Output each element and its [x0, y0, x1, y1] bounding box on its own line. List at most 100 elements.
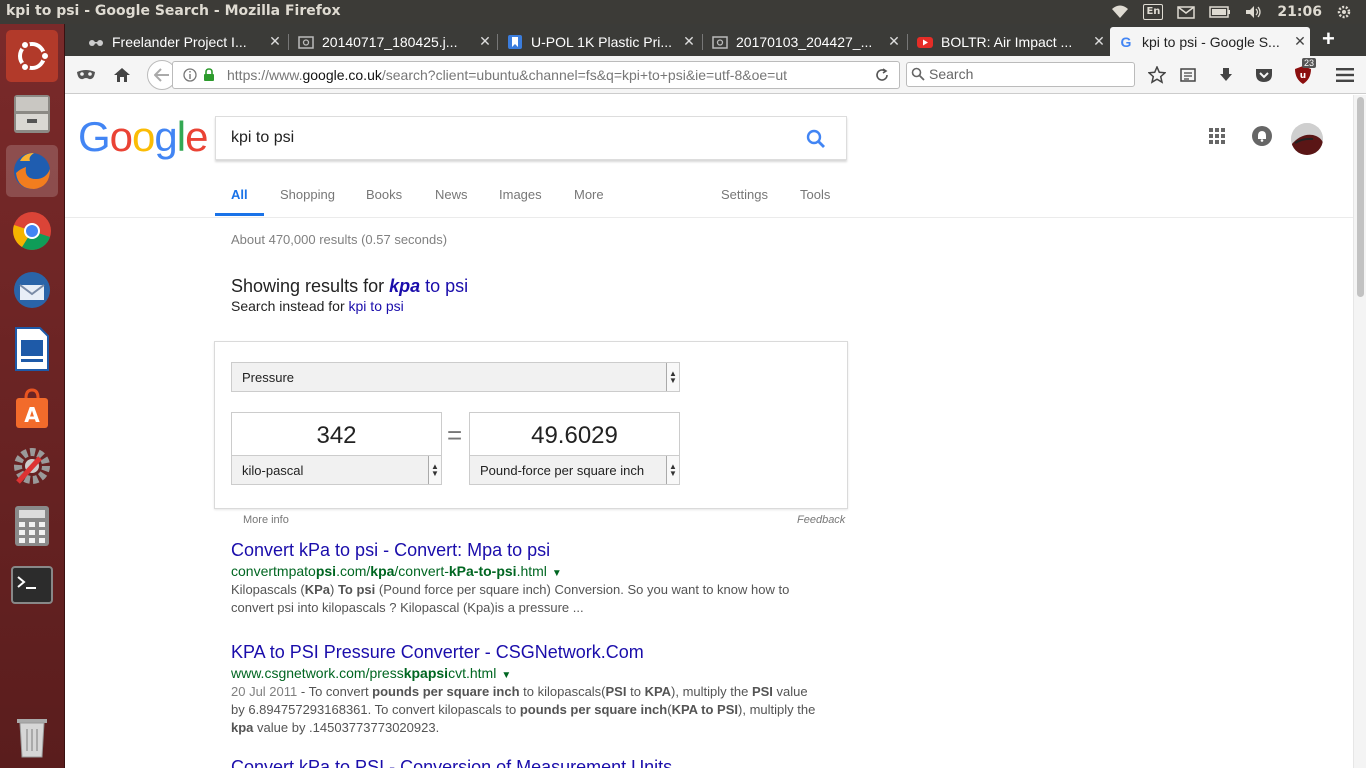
search-icon[interactable] — [806, 129, 826, 149]
bookmark-star-icon[interactable] — [1144, 62, 1170, 88]
ubuntu-software-icon[interactable]: A — [6, 382, 58, 434]
pocket-icon[interactable] — [1251, 62, 1277, 88]
result-menu-arrow-icon[interactable]: ▼ — [501, 670, 511, 681]
tab-close-icon[interactable]: ✕ — [1089, 33, 1109, 50]
chromium-icon[interactable] — [6, 205, 58, 257]
result-url: www.csgnetwork.com/presskpapsicvt.html ▼ — [231, 665, 512, 681]
tab-bar: Freelander Project I... ✕ 20140717_18042… — [65, 24, 1366, 56]
youtube-icon — [917, 36, 933, 48]
corrected-query-link[interactable]: kpa to psi — [389, 276, 468, 296]
svg-text:u: u — [1300, 71, 1306, 81]
tab-close-icon[interactable]: ✕ — [884, 33, 904, 50]
active-tab-underline — [215, 213, 264, 216]
navigation-bar: https://www.google.co.uk/search?client=u… — [65, 56, 1366, 94]
apps-grid-icon[interactable] — [1208, 127, 1226, 145]
unit-category-select[interactable]: Pressure ▲ ▼ — [231, 362, 680, 392]
files-icon[interactable] — [6, 87, 58, 139]
tab-close-icon[interactable]: ✕ — [475, 33, 495, 50]
tab-news[interactable]: News — [435, 187, 468, 202]
calculator-icon[interactable] — [6, 500, 58, 552]
to-unit-select[interactable]: Pound-force per square inch ▲ ▼ — [469, 455, 680, 485]
result-title-link[interactable]: Convert kPa to PSI - Conversion of Measu… — [231, 757, 831, 768]
tab-tools[interactable]: Tools — [800, 187, 830, 202]
keyboard-layout-indicator[interactable]: En — [1143, 4, 1164, 20]
result-title-link[interactable]: Convert kPa to psi - Convert: Mpa to psi — [231, 540, 831, 561]
more-info-link[interactable]: More info — [243, 514, 289, 526]
unit-converter-card: Pressure ▲ ▼ 342 kilo-pascal ▲ ▼ = 49.6029… — [214, 341, 848, 509]
tab-close-icon[interactable]: ✕ — [1290, 33, 1310, 50]
from-unit-select[interactable]: kilo-pascal ▲ ▼ — [231, 455, 442, 485]
volume-icon[interactable] — [1245, 5, 1263, 19]
tab-google-search[interactable]: G kpi to psi - Google S... ✕ — [1110, 27, 1310, 56]
ublock-icon[interactable]: u 23 — [1290, 58, 1317, 88]
bookmark-icon — [508, 34, 522, 49]
ubuntu-dash-icon[interactable] — [6, 30, 58, 82]
trash-icon[interactable] — [6, 710, 58, 762]
notifications-bell-icon[interactable] — [1252, 126, 1272, 146]
original-query-link[interactable]: kpi to psi — [349, 298, 404, 314]
svg-text:A: A — [24, 403, 40, 427]
from-value-input[interactable]: 342 — [231, 412, 442, 456]
select-arrow-icon: ▲ ▼ — [666, 456, 679, 484]
tab-books[interactable]: Books — [366, 187, 402, 202]
power-gear-icon[interactable] — [1336, 4, 1352, 20]
result-title-link[interactable]: KPA to PSI Pressure Converter - CSGNetwo… — [231, 642, 831, 663]
result-url: convertmpatopsi.com/kpa/convert-kPa-to-p… — [231, 563, 562, 579]
reload-icon[interactable] — [875, 68, 889, 82]
tab-u-pol[interactable]: U-POL 1K Plastic Pri... ✕ — [499, 27, 699, 56]
search-query-input[interactable]: kpi to psi — [231, 129, 294, 147]
google-icon: G — [1121, 34, 1132, 50]
glasses-icon — [89, 39, 103, 46]
result-snippet: Kilopascals (KPa) To psi (Pound force pe… — [231, 582, 790, 615]
system-settings-icon[interactable] — [6, 440, 58, 492]
tab-close-icon[interactable]: ✕ — [679, 33, 699, 50]
tab-shopping[interactable]: Shopping — [280, 187, 335, 202]
firefox-icon[interactable] — [6, 145, 58, 197]
tab-boltr[interactable]: BOLTR: Air Impact ... ✕ — [909, 27, 1109, 56]
result-menu-arrow-icon[interactable]: ▼ — [552, 568, 562, 579]
wifi-icon[interactable] — [1111, 5, 1129, 19]
search-result: Convert kPa to PSI - Conversion of Measu… — [231, 757, 831, 768]
search-instead: Search instead for kpi to psi — [231, 298, 404, 314]
url-text: https://www.google.co.uk/search?client=u… — [227, 67, 787, 83]
new-tab-button[interactable]: + — [1322, 26, 1335, 52]
libreoffice-impress-icon[interactable] — [6, 323, 58, 375]
tab-all[interactable]: All — [231, 187, 248, 202]
search-result: Convert kPa to psi - Convert: Mpa to psi… — [231, 540, 831, 617]
feedback-link[interactable]: Feedback — [797, 514, 845, 526]
select-arrow-icon: ▲ ▼ — [666, 363, 679, 391]
clock[interactable]: 21:06 — [1277, 4, 1322, 20]
tab-close-icon[interactable]: ✕ — [265, 33, 285, 50]
window-title: kpi to psi - Google Search - Mozilla Fir… — [6, 3, 341, 19]
search-bar[interactable]: Search — [906, 62, 1135, 87]
hamburger-menu-icon[interactable] — [1332, 62, 1358, 88]
page-scrollbar[interactable] — [1353, 95, 1366, 768]
search-placeholder: Search — [929, 66, 974, 82]
downloads-icon[interactable] — [1213, 62, 1239, 88]
equals-sign: = — [447, 420, 463, 450]
thunderbird-icon[interactable] — [6, 264, 58, 316]
google-logo[interactable]: Google — [78, 113, 208, 161]
url-bar[interactable]: https://www.google.co.uk/search?client=u… — [172, 61, 900, 89]
reading-list-icon[interactable] — [1175, 62, 1201, 88]
to-value-input[interactable]: 49.6029 — [469, 412, 680, 456]
google-search-box[interactable]: kpi to psi — [215, 116, 847, 160]
terminal-icon[interactable] — [6, 559, 58, 611]
battery-icon[interactable] — [1209, 6, 1231, 18]
tab-freelander[interactable]: Freelander Project I... ✕ — [80, 27, 285, 56]
info-icon[interactable] — [183, 68, 197, 82]
tab-image-20170103[interactable]: 20170103_204427_... ✕ — [704, 27, 904, 56]
svg-text:G: G — [1121, 34, 1132, 50]
tab-images[interactable]: Images — [499, 187, 542, 202]
tab-settings[interactable]: Settings — [721, 187, 768, 202]
home-icon[interactable] — [109, 62, 135, 88]
private-mask-icon[interactable] — [73, 62, 99, 88]
search-icon — [911, 67, 925, 81]
user-avatar[interactable] — [1291, 123, 1323, 155]
tab-more[interactable]: More — [574, 187, 604, 202]
system-tray: En 21:06 — [1111, 0, 1366, 24]
mail-icon[interactable] — [1177, 5, 1196, 19]
lock-icon[interactable] — [203, 68, 215, 82]
scrollbar-thumb[interactable] — [1357, 97, 1364, 297]
tab-image-20140717[interactable]: 20140717_180425.j... ✕ — [290, 27, 495, 56]
